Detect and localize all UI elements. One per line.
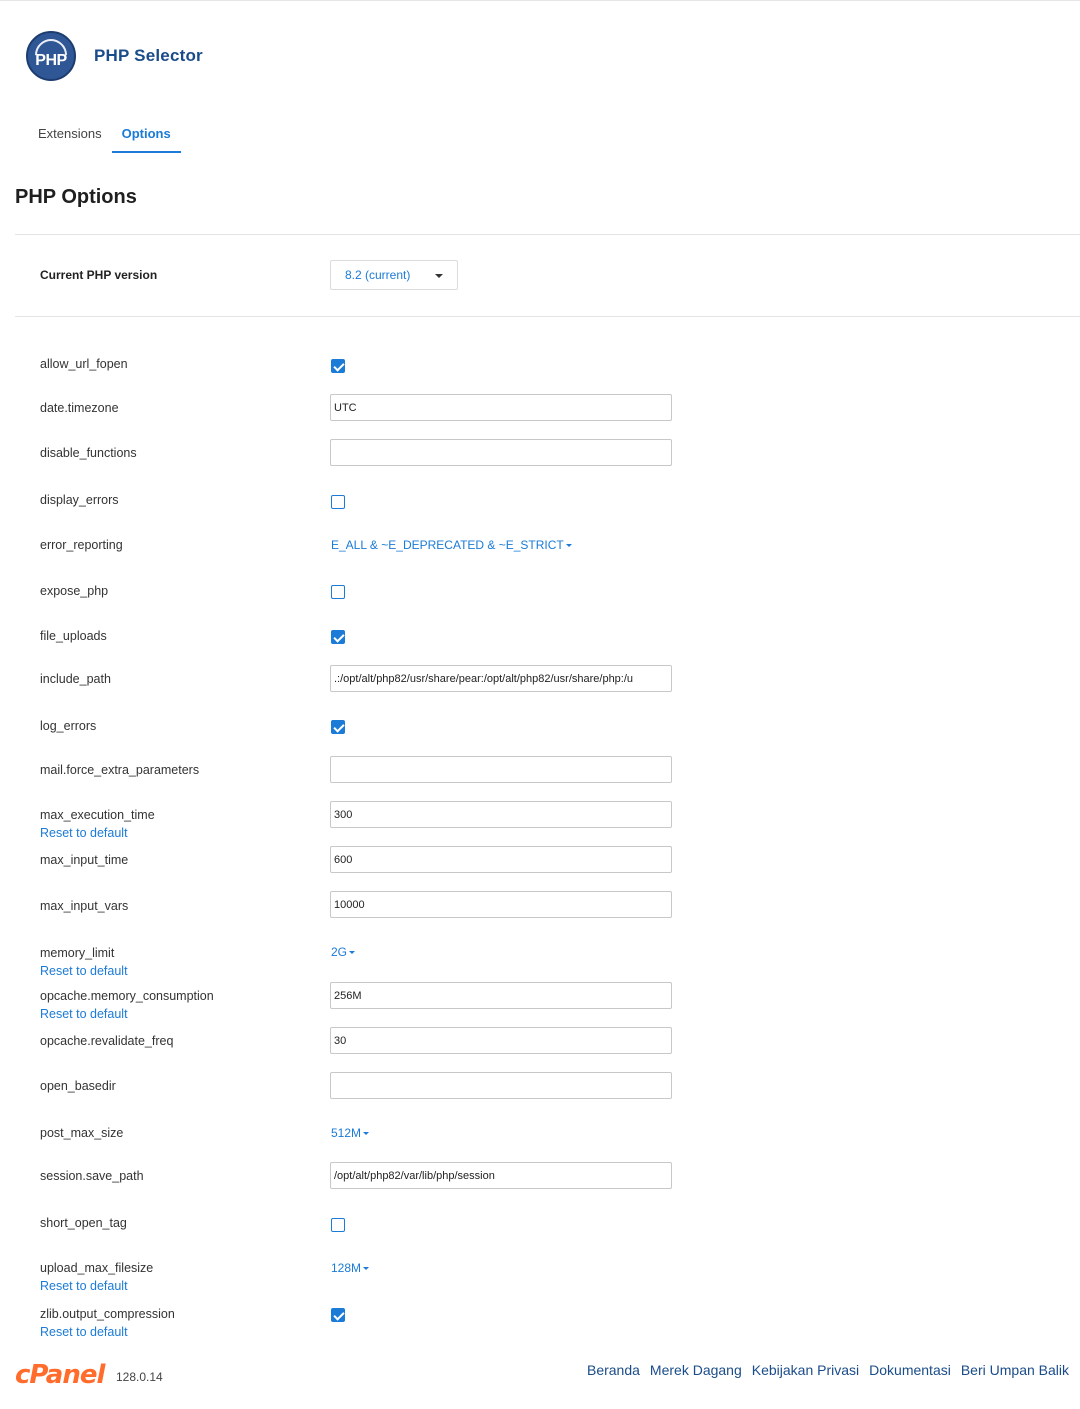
expose-php-checkbox[interactable] [331,585,345,599]
footer-link-beranda[interactable]: Beranda [587,1362,640,1378]
tab-bar: Extensions Options [28,118,181,153]
log-errors-checkbox[interactable] [331,720,345,734]
display-errors-checkbox[interactable] [331,495,345,509]
allow-url-fopen-checkbox[interactable] [331,359,345,373]
option-label-max-input-vars: max_input_vars [40,899,129,913]
error-reporting-dropdown[interactable]: E_ALL & ~E_DEPRECATED & ~E_STRICT [331,538,572,552]
max-execution-time-input[interactable] [330,801,672,828]
option-label-memory-limit: memory_limit [40,946,115,960]
memory-limit-reset-link[interactable]: Reset to default [40,964,128,978]
max-input-vars-input[interactable] [330,891,672,918]
option-label-date-timezone: date.timezone [40,401,119,415]
max-input-time-input[interactable] [330,846,672,873]
option-label-max-input-time: max_input_time [40,853,129,867]
option-label-opcache-memory-consumption: opcache.memory_consumption [40,989,214,1003]
open-basedir-input[interactable] [330,1072,672,1099]
opcache-memory-consumption-reset-link[interactable]: Reset to default [40,1007,128,1021]
footer-link-merek-dagang[interactable]: Merek Dagang [650,1362,742,1378]
error-reporting-value: E_ALL & ~E_DEPRECATED & ~E_STRICT [331,538,564,552]
max-execution-time-reset-link[interactable]: Reset to default [40,826,128,840]
top-border [0,0,1080,1]
option-label-upload-max-filesize: upload_max_filesize [40,1261,154,1275]
page-title: PHP Options [15,186,137,208]
opcache-memory-consumption-input[interactable] [330,982,672,1009]
caret-down-icon [565,544,572,548]
php-version-value: 8.2 (current) [345,268,411,282]
tab-extensions[interactable]: Extensions [28,118,112,153]
post-max-size-dropdown[interactable]: 512M [331,1126,370,1140]
option-label-allow-url-fopen: allow_url_fopen [40,357,128,371]
cpanel-version: 128.0.14 [116,1370,163,1384]
cpanel-logo[interactable]: cPanel [15,1360,105,1390]
option-label-error-reporting: error_reporting [40,538,123,552]
option-label-display-errors: display_errors [40,493,119,507]
file-uploads-checkbox[interactable] [331,630,345,644]
upload-max-filesize-value: 128M [331,1261,362,1275]
app-header: PHP PHP Selector [26,30,203,82]
current-version-label: Current PHP version [40,268,158,282]
caret-down-icon [363,1132,370,1136]
option-label-max-execution-time: max_execution_time [40,808,155,822]
divider [15,316,1080,317]
post-max-size-value: 512M [331,1126,362,1140]
option-label-file-uploads: file_uploads [40,629,107,643]
tab-options[interactable]: Options [111,118,181,153]
option-label-expose-php: expose_php [40,584,109,598]
chevron-down-icon [435,274,443,278]
caret-down-icon [363,1267,370,1271]
option-label-open-basedir: open_basedir [40,1079,116,1093]
footer-link-beri-umpan-balik[interactable]: Beri Umpan Balik [961,1362,1069,1378]
date-timezone-input[interactable] [330,394,672,421]
option-label-log-errors: log_errors [40,719,97,733]
memory-limit-value: 2G [331,945,348,959]
upload-max-filesize-reset-link[interactable]: Reset to default [40,1279,128,1293]
option-label-short-open-tag: short_open_tag [40,1216,127,1230]
option-label-include-path: include_path [40,672,111,686]
include-path-input[interactable] [330,665,672,692]
option-label-mail-force-extra-parameters: mail.force_extra_parameters [40,763,200,777]
option-label-zlib-output-compression: zlib.output_compression [40,1307,175,1321]
disable-functions-input[interactable] [330,439,672,466]
footer-link-kebijakan-privasi[interactable]: Kebijakan Privasi [752,1362,859,1378]
opcache-revalidate-freq-input[interactable] [330,1027,672,1054]
footer-link-dokumentasi[interactable]: Dokumentasi [869,1362,951,1378]
upload-max-filesize-dropdown[interactable]: 128M [331,1261,370,1275]
divider [15,234,1080,235]
php-version-select[interactable]: 8.2 (current) [330,260,458,290]
option-label-post-max-size: post_max_size [40,1126,124,1140]
footer-links: Beranda Merek Dagang Kebijakan Privasi D… [587,1362,1069,1378]
option-label-session-save-path: session.save_path [40,1169,144,1183]
memory-limit-dropdown[interactable]: 2G [331,945,356,959]
session-save-path-input[interactable] [330,1162,672,1189]
zlib-output-compression-checkbox[interactable] [331,1308,345,1322]
app-title: PHP Selector [94,46,203,65]
zlib-output-compression-reset-link[interactable]: Reset to default [40,1325,128,1339]
mail-force-extra-parameters-input[interactable] [330,756,672,783]
option-label-disable-functions: disable_functions [40,446,137,460]
caret-down-icon [349,951,356,955]
php-logo-icon: PHP [26,31,76,81]
short-open-tag-checkbox[interactable] [331,1218,345,1232]
option-label-opcache-revalidate-freq: opcache.revalidate_freq [40,1034,174,1048]
